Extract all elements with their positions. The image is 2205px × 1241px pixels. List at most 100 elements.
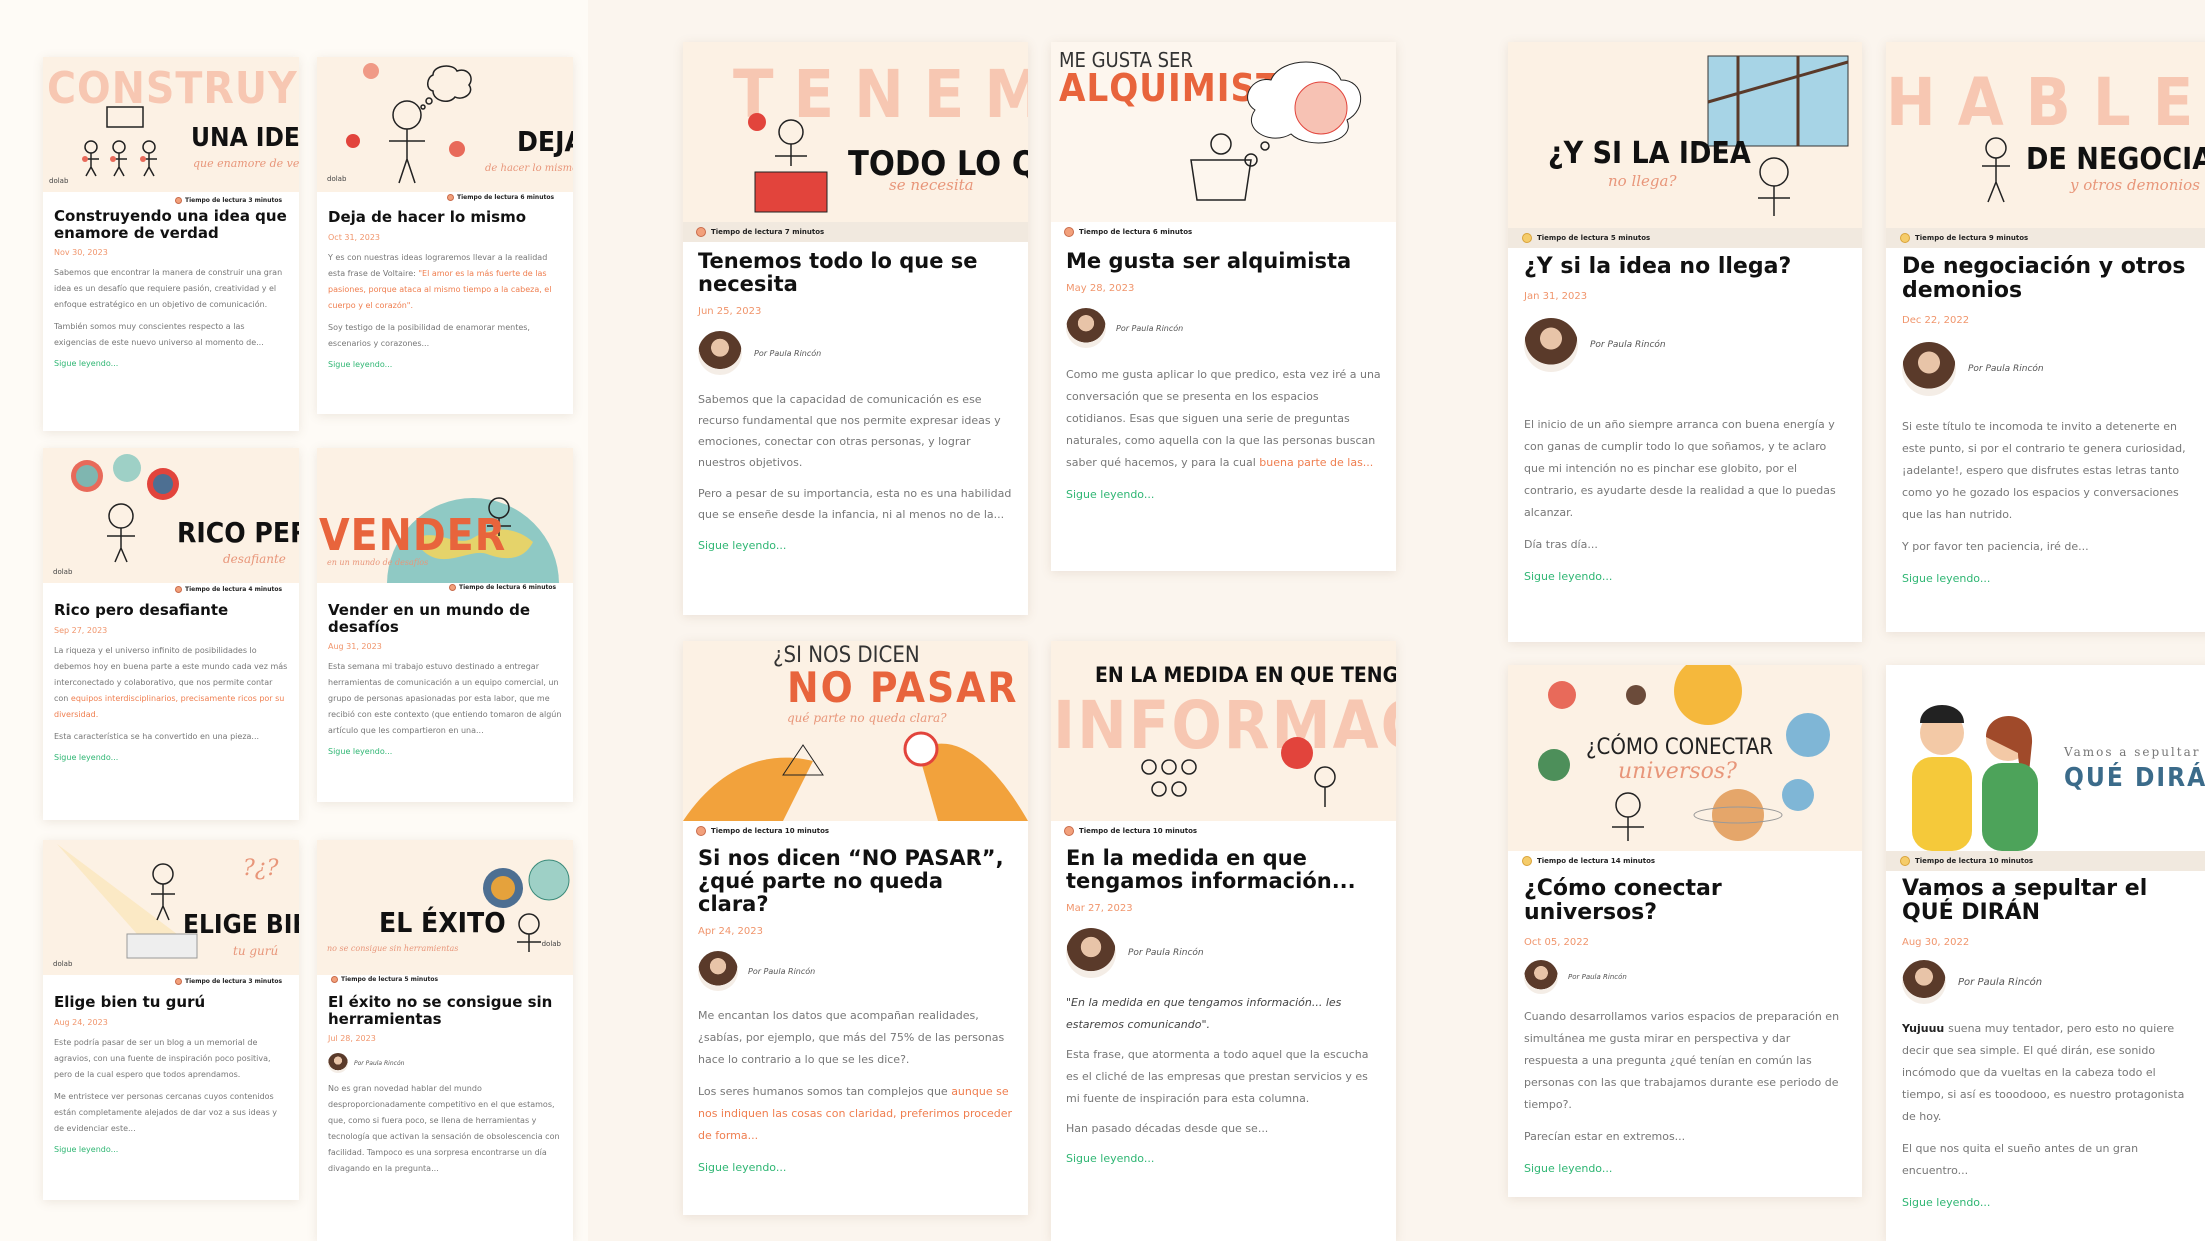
post-card[interactable]: TENEMOS TODO LO QUE se necesita Tiempo d… xyxy=(683,42,1028,615)
post-image[interactable]: EN LA MEDIDA EN QUE TENGAMOS INFORMACIÓN xyxy=(1051,641,1396,821)
read-more-link[interactable]: Sigue leyendo... xyxy=(1902,1196,2200,1209)
author-byline[interactable]: Por Paula Rincón xyxy=(1524,960,1846,995)
post-date: Aug 31, 2023 xyxy=(328,642,382,651)
post-card[interactable]: CONSTRUYENDO UNA IDEA que enamore de ver… xyxy=(43,57,299,431)
post-title[interactable]: Elige bien tu gurú xyxy=(54,994,288,1011)
reading-time: Tiempo de lectura 6 minutos xyxy=(317,191,573,203)
read-more-link[interactable]: Sigue leyendo... xyxy=(328,360,562,369)
post-excerpt: Este podría pasar de ser un blog a un me… xyxy=(54,1037,271,1079)
reading-time: Tiempo de lectura 6 minutos xyxy=(1051,222,1396,242)
author-avatar xyxy=(698,951,738,992)
post-excerpt: Han pasado décadas desde que se... xyxy=(1066,1122,1269,1136)
read-more-link[interactable]: Sigue leyendo... xyxy=(698,539,1013,552)
post-card[interactable]: Vamos a sepultar QUÉ DIRÁN Tiempo de lec… xyxy=(1886,665,2205,1241)
post-card[interactable]: EL ÉXITO no se consigue sin herramientas… xyxy=(317,840,573,1241)
post-title[interactable]: Si nos dicen “NO PASAR”, ¿qué parte no q… xyxy=(698,846,1013,916)
post-image[interactable]: HABLEMOS DE NEGOCIACIÓN y otros demonios xyxy=(1886,42,2205,228)
read-more-link[interactable]: Sigue leyendo... xyxy=(1524,1162,1846,1175)
post-title[interactable]: ¿Y si la idea no llega? xyxy=(1524,254,1846,279)
read-more-link[interactable]: Sigue leyendo... xyxy=(328,747,562,756)
blog-panel-center: TENEMOS TODO LO QUE se necesita Tiempo d… xyxy=(640,0,1420,1241)
post-title[interactable]: Construyendo una idea que enamore de ver… xyxy=(54,208,288,241)
post-image[interactable]: ME GUSTA SER ALQUIMISTA xyxy=(1051,42,1396,222)
post-title[interactable]: ¿Cómo conectar universos? xyxy=(1524,876,1846,925)
read-more-link[interactable]: Sigue leyendo... xyxy=(54,1145,288,1154)
post-image[interactable]: ¿CÓMO CONECTAR universos? xyxy=(1508,665,1862,851)
author-byline[interactable]: Por Paula Rincón xyxy=(1066,308,1381,349)
road-illustration xyxy=(683,731,1028,821)
post-excerpt: Pero a pesar de su importancia, esta no … xyxy=(698,487,1012,522)
author-avatar xyxy=(1902,342,1956,397)
hero-ghost-text: HABLEMOS xyxy=(1886,64,2205,141)
post-excerpt: Y por favor ten paciencia, iré de... xyxy=(1902,540,2089,554)
hero-subtitle: universos? xyxy=(1618,759,1737,784)
read-more-link[interactable]: Sigue leyendo... xyxy=(54,359,288,368)
window-figure-illustration xyxy=(1707,55,1849,216)
hero-subtitle: tu gurú xyxy=(233,944,279,958)
post-image[interactable]: TENEMOS TODO LO QUE se necesita xyxy=(683,42,1028,222)
hero-title: ELIGE BIEN xyxy=(183,910,299,940)
post-title[interactable]: Deja de hacer lo mismo xyxy=(328,209,562,226)
post-card[interactable]: EN LA MEDIDA EN QUE TENGAMOS INFORMACIÓN… xyxy=(1051,641,1396,1241)
post-title[interactable]: De negociación y otros demonios xyxy=(1902,254,2200,303)
post-date: Oct 05, 2022 xyxy=(1524,937,1589,949)
read-more-link[interactable]: Sigue leyendo... xyxy=(698,1161,1013,1174)
post-card[interactable]: RICO PERO desafiante dolab Tiempo de lec… xyxy=(43,448,299,820)
post-card[interactable]: DEJA de hacer lo mismo dolab Tiempo de l… xyxy=(317,57,573,414)
post-date: Oct 31, 2023 xyxy=(328,232,380,242)
post-image[interactable]: RICO PERO desafiante dolab xyxy=(43,448,299,583)
read-more-link[interactable]: Sigue leyendo... xyxy=(1902,572,2200,585)
clock-icon xyxy=(1900,233,1910,243)
ideas-circles-illustration xyxy=(71,454,179,563)
post-date: Jun 25, 2023 xyxy=(698,306,762,318)
author-byline[interactable]: Por Paula Rincón xyxy=(698,331,1013,376)
post-image[interactable]: EL ÉXITO no se consigue sin herramientas… xyxy=(317,840,573,975)
post-card[interactable]: ¿CÓMO CONECTAR universos? Tiempo de lect… xyxy=(1508,665,1862,1197)
author-byline[interactable]: Por Paula Rincón xyxy=(698,951,1013,992)
post-card[interactable]: ¿SI NOS DICEN NO PASAR qué parte no qued… xyxy=(683,641,1028,1215)
clock-icon xyxy=(1064,227,1074,237)
blog-panel-left: CONSTRUYENDO UNA IDEA que enamore de ver… xyxy=(0,0,588,1241)
reading-time: Tiempo de lectura 6 minutos xyxy=(317,581,573,593)
reading-time: Tiempo de lectura 14 minutos xyxy=(1508,851,1862,871)
hero-title: UNA IDEA xyxy=(191,123,299,153)
post-card[interactable]: VENDER en un mundo de desafíos Tiempo de… xyxy=(317,448,573,802)
post-image[interactable]: CONSTRUYENDO UNA IDEA que enamore de ver… xyxy=(43,57,299,192)
post-card[interactable]: ¿Y SI LA IDEA no llega? Tiempo de lectur… xyxy=(1508,42,1862,642)
post-image[interactable]: Vamos a sepultar QUÉ DIRÁN xyxy=(1886,665,2205,851)
dolab-logo: dolab xyxy=(49,177,69,185)
reading-time: Tiempo de lectura 9 minutos xyxy=(1886,228,2205,248)
post-card[interactable]: HABLEMOS DE NEGOCIACIÓN y otros demonios… xyxy=(1886,42,2205,632)
author-byline[interactable]: Por Paula Rincón xyxy=(1066,928,1381,979)
post-card[interactable]: ME GUSTA SER ALQUIMISTA Tiempo de lectur… xyxy=(1051,42,1396,571)
author-byline[interactable]: Por Paula Rincón xyxy=(1524,318,1846,373)
clock-icon xyxy=(447,193,454,201)
post-title[interactable]: El éxito no se consigue sin herramientas xyxy=(328,994,562,1027)
post-title[interactable]: Tenemos todo lo que se necesita xyxy=(698,249,1013,296)
post-image[interactable]: DEJA de hacer lo mismo dolab xyxy=(317,57,573,192)
post-title[interactable]: Me gusta ser alquimista xyxy=(1066,249,1381,273)
read-more-link[interactable]: Sigue leyendo... xyxy=(1066,488,1381,501)
post-image[interactable]: ¿SI NOS DICEN NO PASAR qué parte no qued… xyxy=(683,641,1028,821)
author-avatar xyxy=(1524,318,1578,373)
read-more-link[interactable]: Sigue leyendo... xyxy=(1524,570,1846,583)
post-excerpt: Me entristece ver personas cercanas cuyo… xyxy=(54,1091,278,1133)
post-image[interactable]: VENDER en un mundo de desafíos xyxy=(317,448,573,583)
author-byline[interactable]: Por Paula Rincón xyxy=(1902,342,2200,397)
post-date: Mar 27, 2023 xyxy=(1066,903,1133,915)
post-title[interactable]: Vamos a sepultar el QUÉ DIRÁN xyxy=(1902,876,2200,925)
hero-subtitle: en un mundo de desafíos xyxy=(327,558,429,567)
post-date: Jul 28, 2023 xyxy=(328,1034,376,1043)
post-card[interactable]: ?¿? ELIGE BIEN tu gurú dolab Tiempo de l… xyxy=(43,840,299,1200)
post-title[interactable]: En la medida en que tengamos información… xyxy=(1066,846,1381,893)
author-byline[interactable]: Por Paula Rincón xyxy=(328,1053,562,1073)
post-title[interactable]: Vender en un mundo de desafíos xyxy=(328,602,562,635)
post-title[interactable]: Rico pero desafiante xyxy=(54,602,288,619)
post-image[interactable]: ?¿? ELIGE BIEN tu gurú dolab xyxy=(43,840,299,975)
read-more-link[interactable]: Sigue leyendo... xyxy=(54,753,288,762)
author-byline[interactable]: Por Paula Rincón xyxy=(1902,960,2200,1005)
author-avatar xyxy=(1066,308,1106,349)
read-more-link[interactable]: Sigue leyendo... xyxy=(1066,1152,1381,1165)
post-excerpt: Yujuuu suena muy tentador, pero esto no … xyxy=(1902,1022,2185,1124)
post-image[interactable]: ¿Y SI LA IDEA no llega? xyxy=(1508,42,1862,228)
